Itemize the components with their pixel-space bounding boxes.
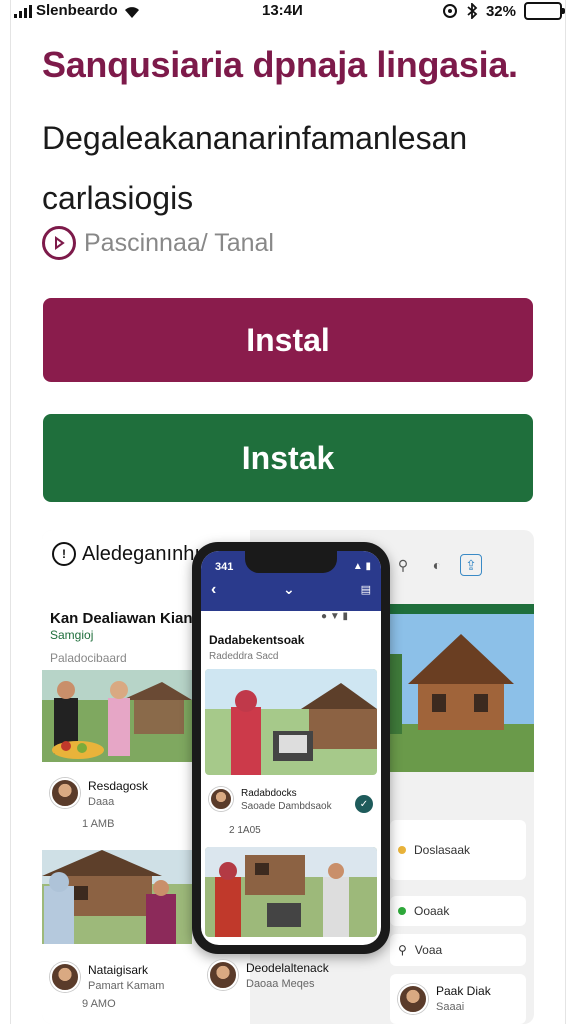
user-sub: Saaai xyxy=(436,1001,465,1013)
app-preview-showcase: ! Aledeganınhı Kan Dealiawan Kianakag Sa… xyxy=(42,530,534,1024)
card-header: ! Aledeganınhı xyxy=(52,542,200,566)
user-name: Paak Diak xyxy=(436,984,491,998)
battery-icon xyxy=(524,2,565,20)
phone-user-count: 2 1A05 xyxy=(229,825,261,836)
alarm-icon xyxy=(442,4,457,18)
page-title: Sanqusiaria dpnaja lingasia. xyxy=(42,44,518,85)
phone-user-row[interactable]: Radabdocks Saoade Dambdsaok xyxy=(209,787,332,813)
phone-photo-2 xyxy=(205,847,377,937)
user-info: Deodelaltenack Daoaa Meqes xyxy=(246,960,329,992)
right-row-text: Doslasaak xyxy=(414,843,471,857)
phone-secondary-status: ● ▼ ▮ xyxy=(321,611,348,622)
right-row-1[interactable]: Doslasaak xyxy=(390,820,526,880)
user-info: Paak Diak Saaai xyxy=(436,983,491,1015)
card-tag: Samgioj xyxy=(50,628,94,642)
signal-icon xyxy=(14,4,32,18)
phone-status-icons: ▲ ▮ xyxy=(352,561,371,572)
market-photo xyxy=(42,670,192,762)
user-name: Deodelaltenack xyxy=(246,961,329,975)
user-info: Resdagosk Daaa xyxy=(88,778,148,810)
village-photo xyxy=(42,850,192,944)
search-icon[interactable]: ⚲ xyxy=(392,554,414,576)
dot-icon xyxy=(398,907,406,915)
settings-icon[interactable]: ◐ xyxy=(426,554,448,576)
user-row-2[interactable]: Nataigisark Pamart Kamam xyxy=(50,962,164,994)
right-row-text: Ooaak xyxy=(414,904,450,918)
meta-row: Pascinnaa/ Tanal xyxy=(42,226,274,260)
user-sub: Daoaa Meqes xyxy=(246,978,315,990)
share-icon[interactable]: ⇪ xyxy=(460,554,482,576)
user-row-1[interactable]: Resdagosk Daaa xyxy=(50,778,148,810)
right-row-text: Voaa xyxy=(414,943,443,957)
wifi-icon xyxy=(124,6,139,18)
page-subtitle: Degaleakananarinfamanlesan carlasiogis xyxy=(42,120,468,216)
house-photo xyxy=(388,604,534,772)
card-header-text: Aledeganınhı xyxy=(82,542,200,565)
verified-icon: ✓ xyxy=(355,795,373,813)
user-count: 9 AMO xyxy=(82,998,116,1010)
app-logo-icon: ! xyxy=(52,542,76,566)
right-user-row[interactable]: Paak Diak Saaai xyxy=(390,974,526,1024)
phone-photo-1 xyxy=(205,669,377,775)
install-button-secondary[interactable]: Instak xyxy=(43,414,533,502)
phone-mockup: 341 ▲ ▮ ‹ ⌄ ▤ ● ▼ ▮ Dadabekentsoak Raded… xyxy=(192,542,390,954)
card-small-text: Paladocibaard xyxy=(50,651,127,665)
avatar xyxy=(208,960,238,990)
status-left: Slenbeardo xyxy=(14,2,142,19)
preview-card-right: ⚲ ◐ ⇪ Doslasaak Ooaak ⚲ Voaa Paak Diak S… xyxy=(388,550,534,1024)
status-bar: Slenbeardo 13:4И 32% xyxy=(0,0,576,24)
phone-time: 341 xyxy=(215,561,234,573)
status-time: 13:4И xyxy=(262,2,303,19)
menu-icon[interactable]: ▤ xyxy=(361,583,371,596)
phone-notch xyxy=(245,551,337,573)
user-name: Nataigisark xyxy=(88,963,149,977)
dot-icon xyxy=(398,846,406,854)
phone-user-name: Radabdocks xyxy=(241,788,297,799)
right-toolbar: ⚲ ◐ ⇪ xyxy=(392,554,482,576)
phone-date: Radeddra Sacd xyxy=(209,651,279,662)
status-right: 32% xyxy=(442,2,565,20)
user-sub: Pamart Kamam xyxy=(88,980,165,992)
bluetooth-icon xyxy=(467,3,478,19)
phone-user-info: Radabdocks Saoade Dambdsaok xyxy=(241,787,332,813)
user-info: Nataigisark Pamart Kamam xyxy=(88,962,164,994)
below-phone-user-row[interactable]: Deodelaltenack Daoaa Meqes xyxy=(208,960,329,992)
right-row-2[interactable]: Ooaak xyxy=(390,896,526,926)
phone-user-sub: Saoade Dambdsaok xyxy=(241,801,332,812)
play-circle-icon xyxy=(42,226,76,260)
battery-percent: 32% xyxy=(485,2,516,20)
avatar xyxy=(209,787,233,811)
avatar xyxy=(398,984,428,1014)
phone-screen: 341 ▲ ▮ ‹ ⌄ ▤ ● ▼ ▮ Dadabekentsoak Raded… xyxy=(201,551,381,945)
back-arrow-icon[interactable]: ‹ xyxy=(211,581,216,599)
user-count: 1 AMB xyxy=(82,818,115,830)
install-button-primary[interactable]: Instal xyxy=(43,298,533,382)
search-icon: ⚲ xyxy=(398,943,407,957)
user-name: Resdagosk xyxy=(88,779,149,793)
carrier-name: Slenbeardo xyxy=(36,2,118,19)
phone-title: Dadabekentsoak xyxy=(209,633,305,647)
meta-text: Pascinnaa/ Tanal xyxy=(84,228,274,257)
chevron-down-icon[interactable]: ⌄ xyxy=(283,581,295,598)
right-row-3[interactable]: ⚲ Voaa xyxy=(390,934,526,966)
avatar xyxy=(50,778,80,808)
user-sub: Daaa xyxy=(88,796,115,808)
avatar xyxy=(50,962,80,992)
